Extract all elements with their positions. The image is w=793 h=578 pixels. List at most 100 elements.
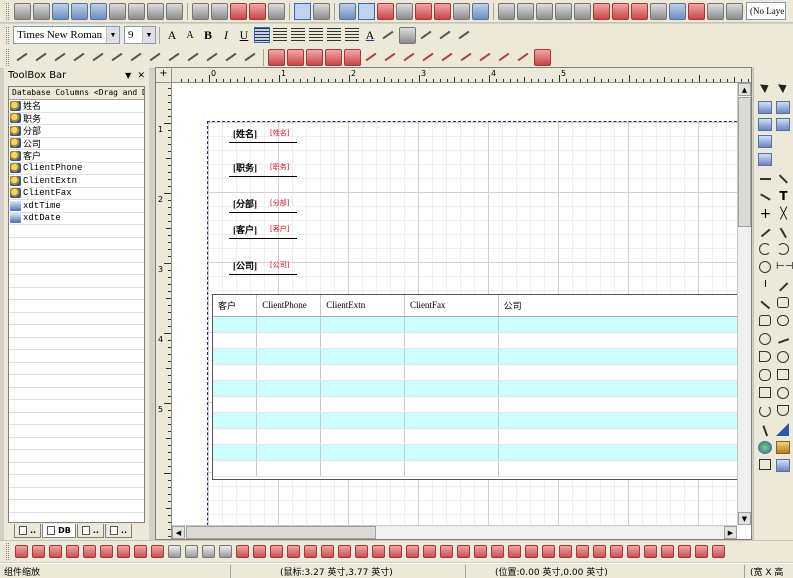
italic-button[interactable]: I bbox=[218, 26, 234, 44]
bold-button[interactable]: B bbox=[200, 26, 216, 44]
alignment-tool-icon[interactable] bbox=[678, 545, 691, 558]
database-column-item[interactable]: ClientExtn bbox=[9, 175, 144, 188]
cut-icon[interactable] bbox=[230, 2, 247, 20]
grid-cell[interactable] bbox=[320, 412, 405, 429]
alignment-tool-icon[interactable] bbox=[389, 545, 402, 558]
detail-grid[interactable]: 客户 ClientPhone ClientExtn ClientFax 公司 bbox=[212, 294, 737, 480]
toolbar-grip[interactable] bbox=[6, 26, 9, 44]
grid-column-header[interactable]: ClientExtn bbox=[320, 295, 405, 317]
shape-tool-icon-5[interactable] bbox=[344, 48, 361, 66]
grid-cell[interactable] bbox=[213, 412, 258, 429]
shape-tool-icon-10[interactable] bbox=[439, 49, 456, 66]
triangle-fill-icon[interactable] bbox=[776, 423, 789, 436]
field-label[interactable]: [客户] bbox=[233, 223, 257, 236]
grid-cell[interactable] bbox=[320, 460, 405, 477]
alignment-tool-icon[interactable] bbox=[338, 545, 351, 558]
wizard-icon[interactable] bbox=[396, 2, 413, 20]
grid-cell[interactable] bbox=[498, 412, 737, 429]
run-report-icon[interactable] bbox=[377, 2, 394, 20]
vertical-scroll-thumb[interactable] bbox=[738, 97, 751, 227]
grid-toggle-icon[interactable] bbox=[294, 2, 311, 20]
alignment-tool-icon[interactable] bbox=[423, 545, 436, 558]
grid-cell[interactable] bbox=[213, 348, 258, 365]
pointer-icon[interactable] bbox=[758, 81, 773, 96]
text-tool-icon[interactable]: T bbox=[776, 189, 791, 204]
database-column-item[interactable]: ClientFax bbox=[9, 188, 144, 200]
redo-icon[interactable] bbox=[211, 2, 228, 20]
grid-cell[interactable] bbox=[213, 316, 258, 333]
arc-tool-icon-2[interactable] bbox=[777, 243, 789, 255]
grid-cell[interactable] bbox=[404, 396, 499, 413]
grid-cell[interactable] bbox=[213, 428, 258, 445]
grid-cell[interactable] bbox=[256, 412, 322, 429]
horizontal-scroll-thumb[interactable] bbox=[186, 526, 376, 539]
grid-cell[interactable] bbox=[498, 316, 737, 333]
grid-cell[interactable] bbox=[256, 332, 322, 349]
measure-tool-icon[interactable]: ⊢⊣ bbox=[776, 261, 793, 276]
layout-icon-8[interactable] bbox=[631, 2, 648, 20]
layout-icon-6[interactable] bbox=[593, 2, 610, 20]
undo-icon[interactable] bbox=[192, 2, 209, 20]
grid-cell[interactable] bbox=[404, 412, 499, 429]
grid-cell[interactable] bbox=[404, 428, 499, 445]
grid-row[interactable] bbox=[213, 412, 737, 429]
grid-cell[interactable] bbox=[320, 316, 405, 333]
grid-cell[interactable] bbox=[213, 332, 258, 349]
speech-bubble-icon[interactable] bbox=[759, 315, 771, 326]
grid-cell[interactable] bbox=[498, 380, 737, 397]
grid-cell[interactable] bbox=[404, 364, 499, 381]
window-shape-icon[interactable] bbox=[759, 459, 771, 470]
field-value[interactable]: [职务] bbox=[270, 162, 289, 172]
grid-cell[interactable] bbox=[498, 364, 737, 381]
shape-tool-icon-13[interactable] bbox=[496, 49, 513, 66]
alignment-tool-icon[interactable] bbox=[440, 545, 453, 558]
pin-icon[interactable]: ▼ bbox=[125, 71, 131, 80]
line-style-icon[interactable] bbox=[418, 27, 435, 44]
grid-row[interactable] bbox=[213, 396, 737, 413]
chevron-down-icon[interactable]: ▼ bbox=[106, 27, 119, 43]
polygon-tool-icon[interactable] bbox=[758, 171, 773, 186]
line-tool-icon[interactable] bbox=[776, 171, 791, 186]
layout-icon-10[interactable] bbox=[669, 2, 686, 20]
alignment-tool-icon[interactable] bbox=[593, 545, 606, 558]
horizontal-scrollbar[interactable]: ◀ ▶ bbox=[172, 525, 737, 539]
alignment-tool-icon[interactable] bbox=[168, 545, 181, 558]
page-setup-icon[interactable] bbox=[313, 2, 330, 20]
save-all-icon[interactable] bbox=[71, 2, 88, 20]
user-icon[interactable] bbox=[166, 2, 183, 20]
alignment-tool-icon[interactable] bbox=[610, 545, 623, 558]
grid-cell[interactable] bbox=[498, 428, 737, 445]
grid-cell[interactable] bbox=[256, 444, 322, 461]
toolbox-tab[interactable]: .. bbox=[104, 524, 132, 538]
connector-icon-6[interactable] bbox=[109, 49, 126, 66]
valign-bottom-icon[interactable] bbox=[345, 28, 359, 42]
line-color-icon[interactable] bbox=[380, 27, 397, 44]
square-tool-icon[interactable] bbox=[759, 387, 771, 398]
alignment-tool-icon[interactable] bbox=[627, 545, 640, 558]
grid-cell[interactable] bbox=[498, 348, 737, 365]
grid-column-header[interactable]: ClientPhone bbox=[256, 295, 322, 317]
connector-icon-5[interactable] bbox=[90, 49, 107, 66]
grid-cell[interactable] bbox=[320, 332, 405, 349]
alignment-tool-icon[interactable] bbox=[15, 545, 28, 558]
alignment-tool-icon[interactable] bbox=[83, 545, 96, 558]
connector-icon-2[interactable] bbox=[33, 49, 50, 66]
grid-cell[interactable] bbox=[320, 428, 405, 445]
chart-icon[interactable] bbox=[339, 2, 356, 20]
alignment-tool-icon[interactable] bbox=[134, 545, 147, 558]
database-column-item[interactable]: 公司 bbox=[9, 138, 144, 150]
help-icon[interactable] bbox=[472, 2, 489, 20]
alignment-tool-icon[interactable] bbox=[151, 545, 164, 558]
shape-tool-icon-9[interactable] bbox=[420, 49, 437, 66]
database-column-item[interactable]: 客户 bbox=[9, 150, 144, 163]
grid-cell[interactable] bbox=[256, 348, 322, 365]
database-column-item[interactable]: xdtTime bbox=[9, 200, 144, 213]
font-family-combo[interactable]: Times New Roman ▼ bbox=[13, 26, 120, 44]
layout-icon-7[interactable] bbox=[612, 2, 629, 20]
grid-row[interactable] bbox=[213, 444, 737, 461]
callout-tool-icon[interactable] bbox=[777, 297, 789, 308]
field-value[interactable]: [客户] bbox=[270, 224, 289, 234]
connector-icon-13[interactable] bbox=[242, 49, 259, 66]
shape-tool-icon-4[interactable] bbox=[325, 48, 342, 66]
shape-tool-icon-14[interactable] bbox=[515, 49, 532, 66]
